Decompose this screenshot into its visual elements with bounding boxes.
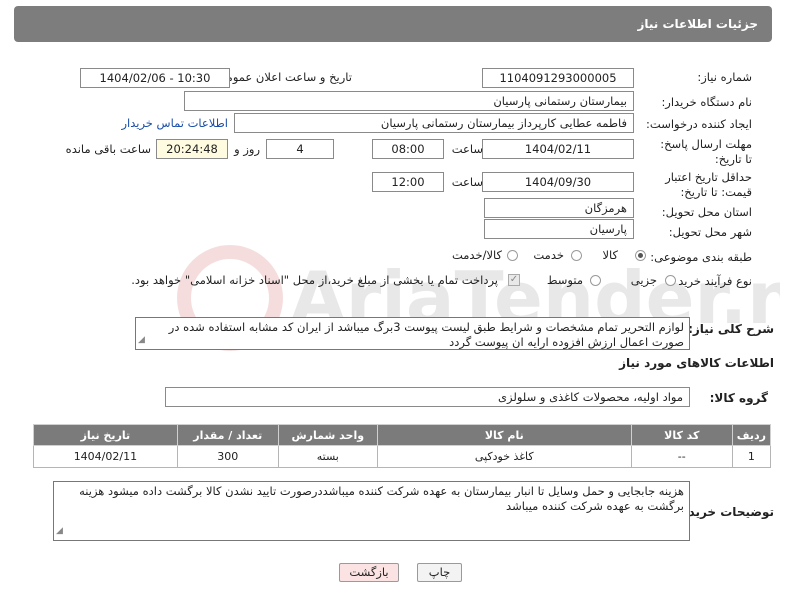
buyer-org-label: نام دستگاه خریدار:: [661, 95, 752, 109]
announce-datetime-field: 1404/02/06 - 10:30: [80, 68, 230, 88]
category-label: طبقه بندی موضوعی:: [650, 250, 752, 264]
reply-time-field: 08:00: [372, 139, 444, 159]
treasury-payment-note: پرداخت تمام یا بخشی از مبلغ خرید،از محل …: [131, 273, 498, 287]
reply-deadline-label: مهلت ارسال پاسخ: تا تاریخ:: [660, 137, 752, 166]
need-number-label: شماره نیاز:: [697, 70, 752, 84]
province-field: هرمزگان: [484, 198, 634, 218]
col-header-row-number: ردیف: [731, 424, 772, 446]
reply-time-label: ساعت: [451, 142, 483, 156]
goods-info-heading: اطلاعات کالاهای مورد نیاز: [619, 356, 774, 370]
print-button[interactable]: چاپ: [417, 563, 462, 582]
table-header-row: ردیف کد کالا نام کالا واحد شمارش تعداد /…: [33, 424, 772, 446]
buyer-notes-text: هزینه جابجایی و حمل وسایل تا انبار بیمار…: [79, 484, 684, 513]
cell-quantity: 300: [176, 445, 279, 468]
validity-time-label: ساعت: [451, 175, 483, 189]
buyer-org-field: بیمارستان رستمانی پارسیان: [184, 91, 634, 111]
goods-group-field: مواد اولیه، محصولات کاغذی و سلولزی: [165, 387, 690, 407]
description-textarea: لوازم التحریر تمام مشخصات و شرایط طبق لی…: [135, 317, 690, 350]
announce-datetime-label: تاریخ و ساعت اعلان عمومی:: [213, 70, 352, 84]
process-radio-minor[interactable]: [665, 275, 676, 286]
remaining-time-field: 20:24:48: [156, 139, 228, 159]
col-header-goods-code: کد کالا: [630, 424, 733, 446]
category-radio-goods-service[interactable]: [507, 250, 518, 261]
cell-unit: بسته: [277, 445, 378, 468]
goods-table: ردیف کد کالا نام کالا واحد شمارش تعداد /…: [33, 424, 772, 468]
province-label: استان محل تحویل:: [661, 205, 752, 219]
col-header-unit: واحد شمارش: [277, 424, 378, 446]
city-field: پارسیان: [484, 219, 634, 239]
category-option-goods: کالا: [602, 248, 618, 262]
col-header-goods-name: نام کالا: [376, 424, 632, 446]
resize-handle-icon[interactable]: ◢: [138, 333, 145, 348]
description-label: شرح کلی نیاز:: [688, 322, 774, 336]
category-radio-service[interactable]: [571, 250, 582, 261]
treasury-payment-checkbox[interactable]: ✓: [508, 274, 520, 286]
requester-label: ایجاد کننده درخواست:: [646, 117, 752, 131]
need-number-field: 1104091293000005: [482, 68, 634, 88]
validity-date-field: 1404/09/30: [482, 172, 634, 192]
back-button[interactable]: بازگشت: [339, 563, 399, 582]
cell-row-number: 1: [731, 445, 772, 468]
page-title: جزئیات اطلاعات نیاز: [637, 17, 758, 31]
reply-date-field: 1404/02/11: [482, 139, 634, 159]
cell-goods-name: کاغذ خودکپی: [376, 445, 632, 468]
price-validity-label: حداقل تاریخ اعتبار قیمت: تا تاریخ:: [665, 170, 752, 199]
goods-group-label: گروه کالا:: [709, 391, 768, 405]
header-bar: جزئیات اطلاعات نیاز: [14, 6, 772, 42]
process-type-label: نوع فرآیند خرید :: [670, 274, 752, 288]
process-option-minor: جزیی: [630, 273, 657, 287]
contact-buyer-link[interactable]: اطلاعات تماس خریدار: [121, 116, 228, 130]
cell-goods-code: --: [630, 445, 733, 468]
days-and-label: روز و: [234, 142, 260, 156]
process-radio-medium[interactable]: [590, 275, 601, 286]
cell-need-date: 1404/02/11: [33, 445, 178, 468]
col-header-need-date: تاریخ نیاز: [33, 424, 178, 446]
validity-time-field: 12:00: [372, 172, 444, 192]
requester-field: فاطمه عطایی کارپرداز بیمارستان رستمانی پ…: [234, 113, 634, 133]
table-row: 1 -- کاغذ خودکپی بسته 300 1404/02/11: [33, 445, 772, 468]
col-header-quantity: تعداد / مقدار: [176, 424, 279, 446]
days-field: 4: [266, 139, 334, 159]
buyer-notes-textarea: هزینه جابجایی و حمل وسایل تا انبار بیمار…: [53, 481, 690, 541]
category-radio-goods[interactable]: [635, 250, 646, 261]
category-option-goods-service: کالا/خدمت: [451, 248, 502, 262]
city-label: شهر محل تحویل:: [668, 225, 752, 239]
resize-handle-icon[interactable]: ◢: [56, 524, 63, 539]
description-text: لوازم التحریر تمام مشخصات و شرایط طبق لی…: [168, 320, 684, 349]
process-option-medium: متوسط: [546, 273, 583, 287]
remaining-label: ساعت باقی مانده: [65, 142, 151, 156]
category-option-service: خدمت: [533, 248, 564, 262]
